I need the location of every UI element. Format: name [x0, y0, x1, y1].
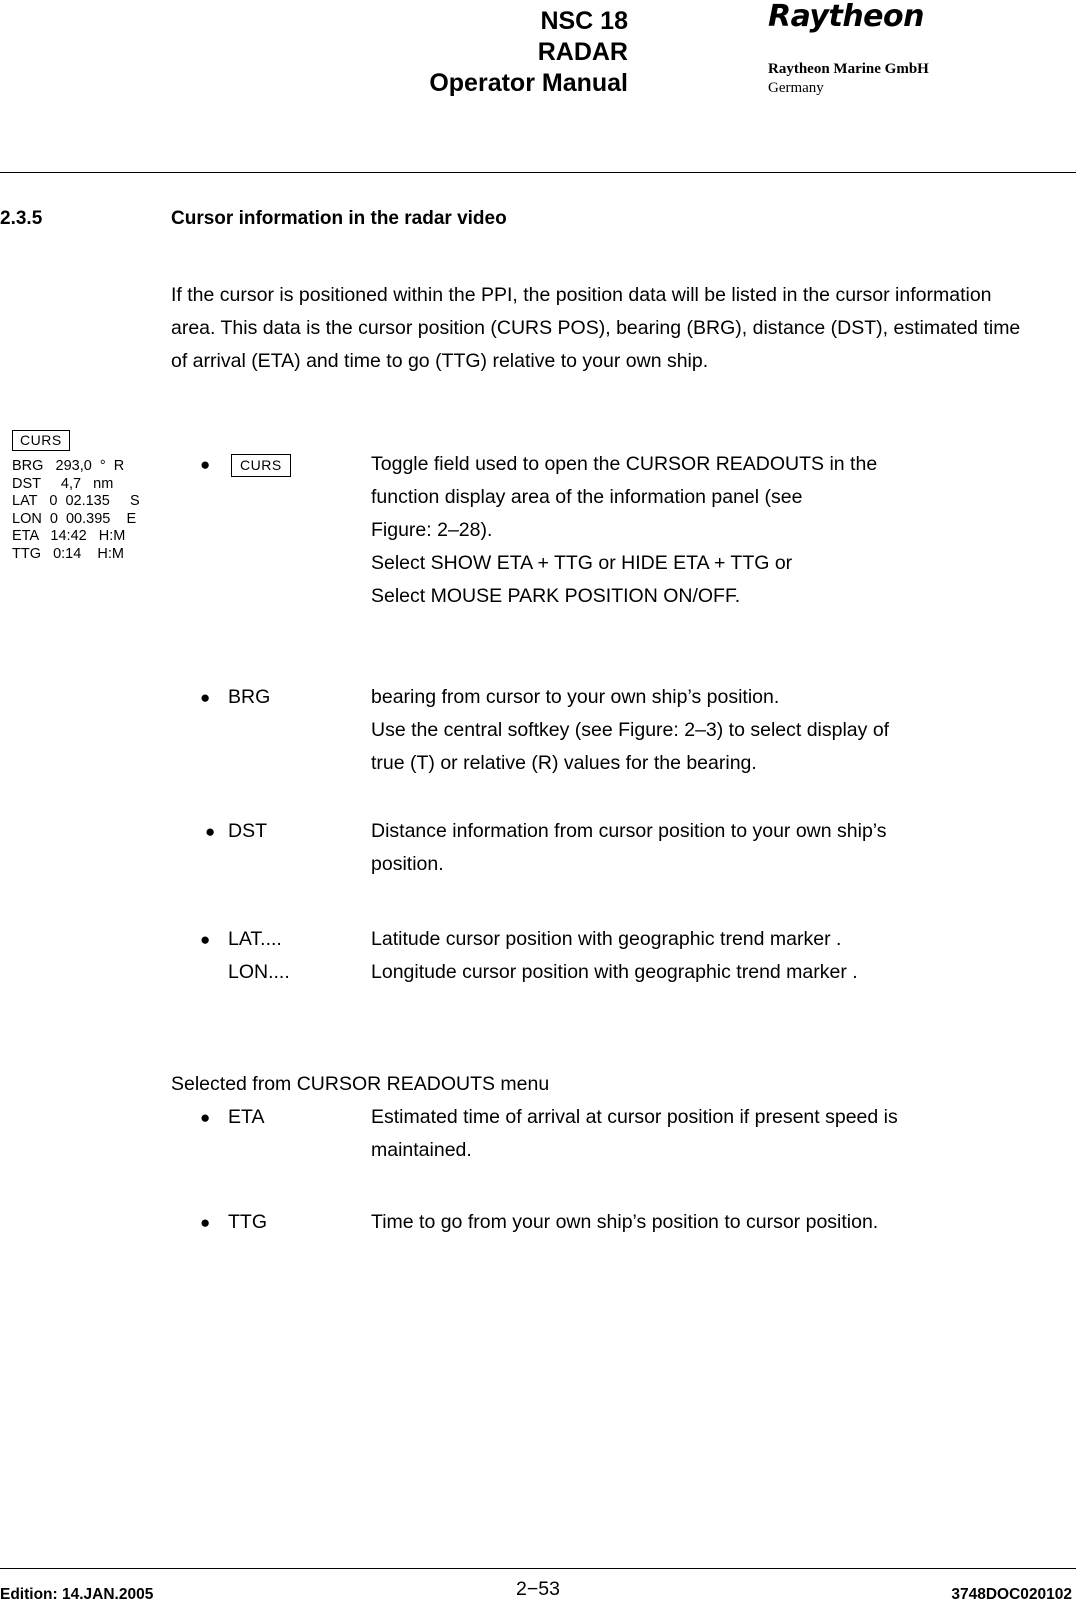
section-title: Cursor information in the radar video: [171, 208, 507, 229]
eta-description-line2: maintained.: [371, 1139, 472, 1161]
curs-description-line5: Select MOUSE PARK POSITION ON/OFF.: [371, 585, 741, 607]
raytheon-logo: Raytheon: [768, 0, 925, 34]
manual-title: NSC 18 RADAR Operator Manual: [0, 6, 628, 99]
ttg-description-line1: Time to go from your own ship’s position…: [371, 1211, 879, 1233]
brg-description-line3: true (T) or relative (R) values for the …: [371, 752, 757, 774]
curs-description-line2: function display area of the information…: [371, 486, 803, 508]
document-header: NSC 18 RADAR Operator Manual Raytheon Ra…: [0, 0, 1076, 130]
lat-label: LAT....: [228, 928, 282, 950]
manual-title-line2: RADAR: [537, 38, 628, 66]
curs-description-line1: Toggle field used to open the CURSOR REA…: [371, 453, 878, 475]
brand-block: Raytheon Raytheon Marine GmbH Germany: [768, 0, 1068, 98]
footer-page-number: 2−53: [516, 1578, 560, 1600]
selected-from-heading: Selected from CURSOR READOUTS menu: [171, 1073, 550, 1095]
dst-description-line2: position.: [371, 853, 444, 875]
company-country: Germany: [768, 80, 824, 96]
section-intro-paragraph: If the cursor is positioned within the P…: [171, 284, 1021, 372]
ttg-label: TTG: [228, 1211, 267, 1233]
curs-key-button[interactable]: CURS: [231, 454, 291, 477]
dst-description-line1: Distance information from cursor positio…: [371, 820, 887, 842]
cursor-readout-values: BRG 293,0 ° R DST 4,7 nm LAT 0 02.135 S …: [12, 458, 140, 562]
lon-label: LON....: [228, 961, 290, 983]
bullet-marker: ●: [200, 930, 211, 949]
manual-title-line1: NSC 18: [540, 7, 628, 35]
bullet-marker: ●: [200, 1108, 211, 1127]
eta-description-line1: Estimated time of arrival at cursor posi…: [371, 1106, 898, 1128]
header-divider: [0, 172, 1076, 173]
manual-title-line3: Operator Manual: [429, 69, 628, 97]
brg-description-line1: bearing from cursor to your own ship’s p…: [371, 686, 780, 708]
lon-description: Longitude cursor position with geographi…: [371, 961, 858, 983]
bullet-marker: ●: [200, 688, 211, 707]
bullet-marker: ●: [205, 822, 216, 841]
company-name: Raytheon Marine GmbH: [768, 61, 929, 77]
footer-doc-id: 3748DOC020102: [951, 1586, 1072, 1603]
dst-label: DST: [228, 820, 267, 842]
curs-description-line4: Select SHOW ETA + TTG or HIDE ETA + TTG …: [371, 552, 793, 574]
brg-label: BRG: [228, 686, 271, 708]
footer-divider: [0, 1568, 1076, 1569]
curs-tab-label: CURS: [12, 430, 70, 451]
eta-label: ETA: [228, 1106, 265, 1128]
cursor-readout-figure: CURS BRG 293,0 ° R DST 4,7 nm LAT 0 02.1…: [12, 430, 172, 563]
lat-description: Latitude cursor position with geographic…: [371, 928, 842, 950]
bullet-marker: ●: [200, 1213, 211, 1232]
section-number: 2.3.5: [0, 208, 43, 229]
bullet-marker: ●: [200, 455, 211, 474]
brg-description-line2: Use the central softkey (see Figure: 2–3…: [371, 719, 890, 741]
curs-description-line3: Figure: 2–28).: [371, 519, 493, 541]
